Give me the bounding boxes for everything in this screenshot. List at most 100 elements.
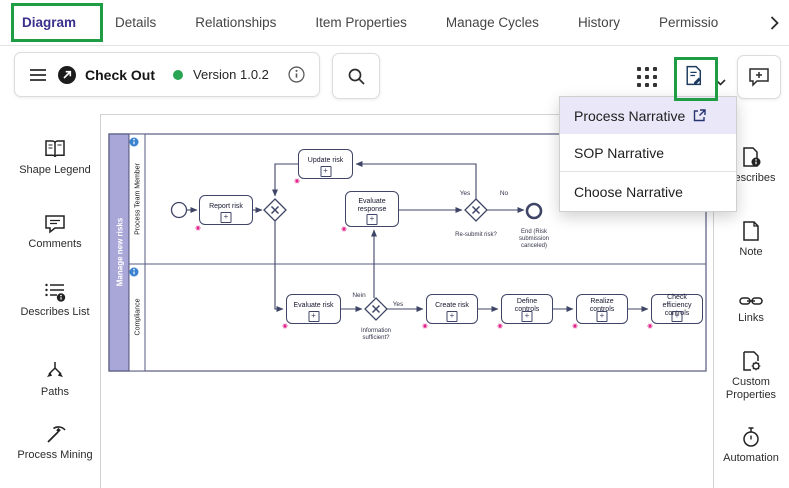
narrative-menu: Process Narrative SOP Narrative Choose N…	[559, 96, 737, 212]
sidebar-item-comments[interactable]: Comments	[10, 210, 100, 251]
lane-label-process-team-member: Process Team Member	[134, 162, 141, 235]
list-info-icon	[10, 278, 100, 302]
external-link-icon	[693, 109, 706, 122]
hamburger-icon	[29, 68, 47, 82]
bpmn-task-realize-controls[interactable]: Realize controls	[576, 294, 628, 324]
menu-button[interactable]	[29, 68, 47, 82]
book-legend-icon	[10, 136, 100, 160]
sidebar-item-automation[interactable]: Automation	[713, 424, 789, 465]
document-narrative-icon	[682, 64, 705, 87]
add-comment-button[interactable]	[737, 55, 781, 99]
sidebar-item-process-mining[interactable]: Process Mining	[10, 421, 100, 462]
flow-label-no: No	[500, 190, 509, 197]
xor-gateway-information-sufficient[interactable]	[365, 298, 387, 320]
end-event[interactable]	[527, 204, 541, 218]
tab-diagram[interactable]: Diagram	[22, 15, 76, 30]
pool-label: Manage new risks	[116, 217, 125, 286]
sidebar-item-label: Note	[713, 246, 789, 259]
menu-item-label: Choose Narrative	[574, 184, 683, 200]
bpmn-task-update-risk[interactable]: Update risk	[298, 149, 353, 179]
stopwatch-icon	[713, 424, 789, 448]
bpmn-task-define-controls[interactable]: Define controls	[501, 294, 553, 324]
speech-bubble-icon	[10, 210, 100, 234]
chain-link-icon	[713, 284, 789, 308]
branch-arrows-icon	[10, 358, 100, 382]
sidebar-item-label: Comments	[10, 238, 100, 251]
chevron-down-icon	[715, 79, 726, 86]
narrative-expand-button[interactable]	[715, 73, 726, 91]
subprocess-plus-icon[interactable]	[221, 212, 232, 223]
menu-item-process-narrative[interactable]: Process Narrative	[560, 97, 736, 134]
sidebar-item-links[interactable]: Links	[713, 284, 789, 325]
attribute-marker-icon	[294, 179, 299, 183]
sidebar-item-label: Paths	[10, 386, 100, 399]
start-event[interactable]	[172, 203, 187, 218]
xor-gateway-resubmit[interactable]	[465, 199, 487, 221]
tab-item-properties[interactable]: Item Properties	[315, 15, 407, 30]
tab-history[interactable]: History	[578, 15, 620, 30]
check-out-button[interactable]: Check Out	[57, 65, 155, 85]
narrative-button[interactable]	[682, 64, 705, 92]
document-icon	[713, 218, 789, 242]
document-gear-icon	[713, 348, 789, 372]
end-event-label: End (Risk submission canceled)	[508, 229, 560, 250]
grid-icon	[636, 66, 658, 88]
lane-info-badge-icon[interactable]	[130, 268, 139, 277]
menu-item-choose-narrative[interactable]: Choose Narrative	[560, 171, 736, 211]
subprocess-plus-icon[interactable]	[522, 311, 533, 322]
flow-gateway1-to-evaluate-risk	[275, 221, 283, 309]
task-label: Evaluate risk	[293, 302, 333, 310]
sidebar-item-label: Process Mining	[10, 449, 100, 462]
sidebar-item-paths[interactable]: Paths	[10, 358, 100, 399]
xor-gateway-1[interactable]	[264, 199, 286, 221]
task-label: Update risk	[308, 157, 343, 165]
lane-info-badge-icon[interactable]	[130, 138, 139, 147]
bpmn-task-create-risk[interactable]: Create risk	[426, 294, 478, 324]
flow-label-yes-bottom: Yes	[393, 301, 404, 308]
sidebar-item-label: Custom Properties	[713, 376, 789, 402]
comment-plus-icon	[748, 67, 770, 87]
subprocess-plus-icon[interactable]	[367, 214, 378, 225]
attribute-marker-icon	[422, 324, 427, 328]
check-out-label: Check Out	[85, 67, 155, 83]
menu-item-label: Process Narrative	[574, 108, 685, 124]
task-label: Report risk	[209, 203, 243, 211]
attribute-marker-icon	[497, 324, 502, 328]
bpmn-task-evaluate-response[interactable]: Evaluate response	[345, 191, 399, 227]
tab-permissions[interactable]: Permissio	[659, 15, 718, 30]
menu-item-label: SOP Narrative	[574, 145, 664, 161]
subprocess-plus-icon[interactable]	[672, 311, 683, 322]
lane-label-compliance: Compliance	[134, 298, 141, 335]
subprocess-plus-icon[interactable]	[597, 311, 608, 322]
sidebar-item-label: Links	[713, 312, 789, 325]
toolbar-left-group: Check Out Version 1.0.2	[14, 52, 320, 97]
search-icon	[347, 67, 366, 86]
sidebar-item-custom-properties[interactable]: Custom Properties	[713, 348, 789, 402]
attribute-marker-icon	[647, 324, 652, 328]
menu-item-sop-narrative[interactable]: SOP Narrative	[560, 134, 736, 171]
tab-details[interactable]: Details	[115, 15, 156, 30]
subprocess-plus-icon[interactable]	[320, 166, 331, 177]
sidebar-item-note[interactable]: Note	[713, 218, 789, 259]
task-label: Create risk	[435, 302, 469, 310]
attribute-marker-icon	[572, 324, 577, 328]
tab-manage-cycles[interactable]: Manage Cycles	[446, 15, 539, 30]
version-label: Version 1.0.2	[193, 67, 269, 82]
tab-relationships[interactable]: Relationships	[195, 15, 276, 30]
apps-grid-button[interactable]	[636, 66, 658, 93]
sidebar-item-shape-legend[interactable]: Shape Legend	[10, 136, 100, 177]
search-button[interactable]	[332, 53, 380, 99]
sidebar-item-label: Describes List	[10, 306, 100, 319]
attribute-marker-icon	[195, 226, 200, 230]
bpmn-task-evaluate-risk[interactable]: Evaluate risk	[286, 294, 341, 324]
sidebar-item-describes-list[interactable]: Describes List	[10, 278, 100, 319]
bpmn-task-check-efficiency-controls[interactable]: Check efficiency controls	[651, 294, 703, 324]
bpmn-task-report-risk[interactable]: Report risk	[199, 195, 253, 225]
subprocess-plus-icon[interactable]	[447, 311, 458, 322]
chevron-right-icon[interactable]	[770, 16, 779, 35]
tab-bar: Diagram Details Relationships Item Prope…	[0, 0, 789, 46]
subprocess-plus-icon[interactable]	[308, 311, 319, 322]
attribute-marker-icon	[282, 324, 287, 328]
task-label: Evaluate response	[349, 198, 395, 214]
info-icon[interactable]	[288, 66, 305, 83]
